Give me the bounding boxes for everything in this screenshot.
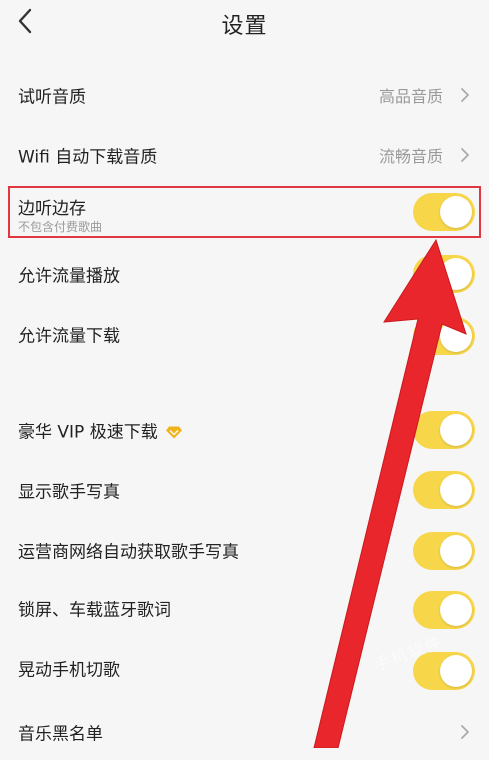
toggle-knob bbox=[440, 320, 472, 352]
preview-quality-label: 试听音质 bbox=[18, 87, 86, 108]
row-show-artist-photo: 显示歌手写真 bbox=[0, 460, 489, 520]
toggle-knob bbox=[440, 594, 472, 626]
vip-fast-download-toggle[interactable] bbox=[413, 411, 475, 449]
row-lock-screen-lyrics: 锁屏、车载蓝牙歌词 bbox=[0, 578, 489, 638]
music-blacklist-label: 音乐黑名单 bbox=[18, 724, 103, 745]
wifi-download-quality-label: Wifi 自动下载音质 bbox=[18, 147, 158, 168]
lock-screen-lyrics-label: 锁屏、车载蓝牙歌词 bbox=[18, 600, 171, 621]
listen-while-save-toggle[interactable] bbox=[413, 193, 475, 231]
row-allow-data-play: 允许流量播放 bbox=[0, 244, 489, 304]
header: 设置 bbox=[0, 0, 489, 48]
row-carrier-auto-photo: 运营商网络自动获取歌手写真 bbox=[0, 520, 489, 580]
row-music-blacklist[interactable]: 音乐黑名单 bbox=[0, 704, 489, 760]
vip-fast-download-label: 豪华 VIP 极速下载 bbox=[18, 422, 158, 443]
row-preview-quality[interactable]: 试听音质 高品音质 bbox=[0, 65, 489, 125]
listen-while-save-sublabel: 不包含付费歌曲 bbox=[18, 220, 103, 234]
show-artist-photo-label: 显示歌手写真 bbox=[18, 482, 120, 503]
row-listen-while-save: 边听边存 不包含付费歌曲 bbox=[0, 186, 489, 238]
chevron-right-icon bbox=[461, 88, 469, 102]
allow-data-download-toggle[interactable] bbox=[413, 317, 475, 355]
row-wifi-download-quality[interactable]: Wifi 自动下载音质 流畅音质 bbox=[0, 125, 489, 185]
allow-data-download-label: 允许流量下载 bbox=[18, 326, 120, 347]
toggle-knob bbox=[440, 196, 472, 228]
page-title: 设置 bbox=[221, 14, 268, 39]
allow-data-play-label: 允许流量播放 bbox=[18, 266, 120, 287]
toggle-knob bbox=[440, 258, 472, 290]
preview-quality-value: 高品音质 bbox=[378, 87, 443, 106]
wifi-download-quality-value: 流畅音质 bbox=[378, 147, 443, 166]
row-vip-fast-download: 豪华 VIP 极速下载 bbox=[0, 400, 489, 460]
toggle-knob bbox=[440, 474, 472, 506]
listen-while-save-label: 边听边存 bbox=[18, 199, 86, 219]
chevron-right-icon bbox=[461, 148, 469, 162]
toggle-knob bbox=[440, 535, 472, 567]
toggle-knob bbox=[440, 655, 472, 687]
row-allow-data-download: 允许流量下载 bbox=[0, 304, 489, 364]
allow-data-play-toggle[interactable] bbox=[413, 255, 475, 293]
show-artist-photo-toggle[interactable] bbox=[413, 471, 475, 509]
carrier-auto-photo-label: 运营商网络自动获取歌手写真 bbox=[18, 542, 239, 563]
toggle-knob bbox=[440, 414, 472, 446]
vip-fast-download-label-wrap: 豪华 VIP 极速下载 bbox=[18, 418, 182, 443]
lock-screen-lyrics-toggle[interactable] bbox=[413, 591, 475, 629]
vip-diamond-icon bbox=[165, 426, 182, 439]
carrier-auto-photo-toggle[interactable] bbox=[413, 532, 475, 570]
shake-switch-label: 晃动手机切歌 bbox=[18, 660, 120, 681]
chevron-right-icon bbox=[461, 725, 469, 739]
